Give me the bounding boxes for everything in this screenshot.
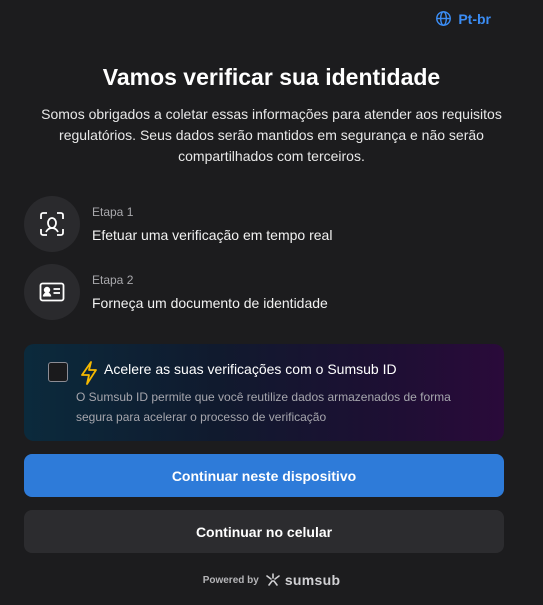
step-1-label: Etapa 1 bbox=[92, 205, 134, 219]
sumsub-logo-icon bbox=[266, 573, 280, 586]
language-selector[interactable]: Pt-br bbox=[435, 10, 491, 27]
powered-by-footer: Powered by sumsub bbox=[0, 572, 543, 588]
sumsub-id-checkbox[interactable] bbox=[48, 362, 68, 382]
page-title: Vamos verificar sua identidade bbox=[102, 64, 441, 90]
language-label: Pt-br bbox=[458, 10, 491, 27]
id-card-icon bbox=[39, 282, 65, 302]
step-1-icon-container bbox=[24, 196, 80, 252]
promo-title: Acelere as suas verificações com o Sumsu… bbox=[104, 361, 397, 377]
step-2: Etapa 2 Forneça um documento de identida… bbox=[24, 264, 328, 320]
promo-description: O Sumsub ID permite que você reutilize d… bbox=[76, 390, 451, 424]
step-1: Etapa 1 Efetuar uma verificação em tempo… bbox=[24, 196, 332, 252]
face-scan-icon bbox=[40, 212, 64, 236]
step-1-description: Efetuar uma verificação em tempo real bbox=[92, 227, 333, 243]
continue-on-phone-button[interactable]: Continuar no celular bbox=[24, 510, 504, 553]
sumsub-logo: sumsub bbox=[265, 572, 340, 588]
globe-icon bbox=[436, 11, 452, 26]
lightning-icon bbox=[81, 361, 97, 385]
step-2-label: Etapa 2 bbox=[92, 273, 134, 287]
page-subtitle: Somos obrigados a coletar essas informaç… bbox=[41, 106, 502, 164]
step-2-description: Forneça um documento de identidade bbox=[92, 295, 328, 311]
step-2-icon-container bbox=[24, 264, 80, 320]
continue-on-device-button[interactable]: Continuar neste dispositivo bbox=[24, 454, 504, 497]
sumsub-id-promo: Acelere as suas verificações com o Sumsu… bbox=[24, 344, 504, 441]
brand-name: sumsub bbox=[284, 572, 341, 588]
powered-by-label: Powered by bbox=[202, 574, 259, 586]
